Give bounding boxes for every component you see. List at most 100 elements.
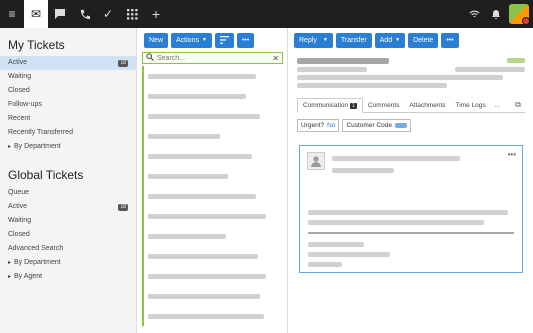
sidebar: My Tickets Active 18 Waiting Closed Follow-u… (0, 28, 137, 333)
sidebar-item-global-by-agent[interactable]: By Agent (0, 270, 136, 284)
ticket-detail-panel: Reply ▼ Transfer Add ▼ Delete ••• Communic… (289, 28, 533, 333)
ticket-row[interactable] (142, 186, 283, 206)
chevron-down-icon: ▼ (322, 36, 328, 43)
sidebar-item-my-recently-transferred[interactable]: Recently Transferred (0, 126, 136, 140)
search-input[interactable] (157, 54, 270, 62)
ticket-row[interactable] (142, 286, 283, 306)
ticket-row[interactable] (142, 166, 283, 186)
ticket-id (507, 58, 525, 63)
count-badge: 18 (118, 203, 128, 211)
tab-attachments[interactable]: Attachments (404, 99, 450, 112)
popout-icon[interactable]: ⧉ (511, 98, 525, 112)
ticket-row-subject (148, 153, 252, 159)
ticket-rows (138, 64, 287, 328)
phone-icon[interactable] (72, 0, 96, 28)
ticket-row[interactable] (142, 266, 283, 286)
ticket-row-subject (148, 233, 226, 239)
more-options-button[interactable]: ••• (441, 32, 459, 48)
ticket-header (289, 52, 533, 93)
close-icon[interactable]: ✕ (272, 54, 279, 63)
sidebar-item-global-active[interactable]: Active 18 (0, 200, 136, 214)
sidebar-item-my-closed[interactable]: Closed (0, 84, 136, 98)
reply-button[interactable]: Reply ▼ (294, 32, 333, 48)
tab-communication[interactable]: Communication 1 (297, 98, 363, 113)
message-card: ••• (299, 145, 523, 273)
search-icon (146, 53, 154, 63)
mail-icon[interactable]: ✉ (24, 0, 48, 28)
sidebar-item-my-by-department[interactable]: By Department (0, 140, 136, 154)
sort-button[interactable] (214, 32, 234, 48)
more-options-button[interactable]: ••• (236, 32, 255, 48)
ellipsis-icon: ••• (241, 36, 250, 44)
ticket-row-subject (148, 193, 256, 199)
message-body-line (308, 210, 508, 215)
ticket-row[interactable] (142, 146, 283, 166)
ticket-row-subject (148, 293, 260, 299)
apps-grid-icon[interactable] (120, 0, 144, 28)
chat-icon[interactable] (48, 0, 72, 28)
message-signature-line (308, 252, 390, 257)
ticket-row[interactable] (142, 106, 283, 126)
user-avatar[interactable] (509, 4, 530, 25)
sidebar-item-global-closed[interactable]: Closed (0, 228, 136, 242)
network-icon[interactable] (465, 0, 483, 28)
message-menu-icon[interactable]: ••• (508, 150, 516, 159)
detail-tabs: Communication 1 Comments Attachments Time Lo… (297, 97, 525, 113)
top-bar: ≡ ✉ ✓ + (0, 0, 533, 28)
chevron-down-icon: ▼ (395, 36, 401, 43)
urgent-field[interactable]: Urgent? No (297, 119, 340, 132)
message-signature-line (308, 262, 342, 267)
customer-code-value (394, 123, 407, 128)
global-tickets-list: Queue Active 18 Waiting Closed Advanced Searc… (0, 186, 136, 284)
sidebar-item-global-advanced-search[interactable]: Advanced Search (0, 242, 136, 256)
tab-time-logs[interactable]: Time Logs (451, 99, 491, 112)
menu-icon[interactable]: ≡ (0, 0, 24, 28)
sidebar-item-my-active[interactable]: Active 18 (0, 56, 136, 70)
ticket-row[interactable] (142, 126, 283, 146)
list-toolbar: New Actions ▼ ••• (138, 28, 287, 52)
detail-toolbar: Reply ▼ Transfer Add ▼ Delete ••• (289, 28, 533, 52)
message-signature-line (308, 242, 364, 247)
sidebar-item-global-waiting[interactable]: Waiting (0, 214, 136, 228)
message-sender (332, 156, 460, 161)
ticket-row[interactable] (142, 306, 283, 326)
ticket-row[interactable] (142, 246, 283, 266)
tab-comments[interactable]: Comments (363, 99, 404, 112)
ticket-row-subject (148, 273, 266, 279)
ticket-row[interactable] (142, 206, 283, 226)
ticket-row-subject (148, 93, 246, 99)
ticket-sender (297, 67, 367, 72)
message-divider (308, 232, 514, 234)
global-tickets-title: Global Tickets (8, 168, 84, 182)
delete-button[interactable]: Delete (408, 32, 439, 48)
bell-icon[interactable] (487, 0, 505, 28)
ticket-date (455, 67, 525, 72)
check-icon[interactable]: ✓ (96, 0, 120, 28)
sidebar-item-my-follow-ups[interactable]: Follow-ups (0, 98, 136, 112)
ticket-subject (297, 58, 389, 64)
sort-icon (219, 36, 229, 44)
sidebar-item-global-by-department[interactable]: By Department (0, 256, 136, 270)
more-tabs-button[interactable]: ... (491, 99, 505, 112)
ticket-row-subject (148, 253, 258, 259)
ticket-row-subject (148, 73, 256, 79)
customer-code-field[interactable]: Customer Code (342, 119, 411, 132)
ticket-row[interactable] (142, 86, 283, 106)
ticket-meta (297, 83, 447, 88)
add-button[interactable]: Add ▼ (374, 32, 406, 48)
custom-fields: Urgent? No Customer Code (297, 119, 525, 132)
user-icon (307, 152, 325, 170)
sidebar-item-global-queue[interactable]: Queue (0, 186, 136, 200)
sidebar-item-my-waiting[interactable]: Waiting (0, 70, 136, 84)
plus-icon[interactable]: + (144, 0, 168, 28)
ticket-row[interactable] (142, 226, 283, 246)
new-button[interactable]: New (144, 32, 169, 48)
ellipsis-icon: ••• (446, 36, 454, 44)
actions-button[interactable]: Actions ▼ (171, 32, 212, 48)
count-badge: 18 (118, 59, 128, 67)
ticket-row[interactable] (142, 66, 283, 86)
sidebar-item-my-recent[interactable]: Recent (0, 112, 136, 126)
transfer-button[interactable]: Transfer (335, 32, 372, 48)
ticket-row-subject (148, 313, 264, 319)
message-recipient (332, 168, 394, 173)
